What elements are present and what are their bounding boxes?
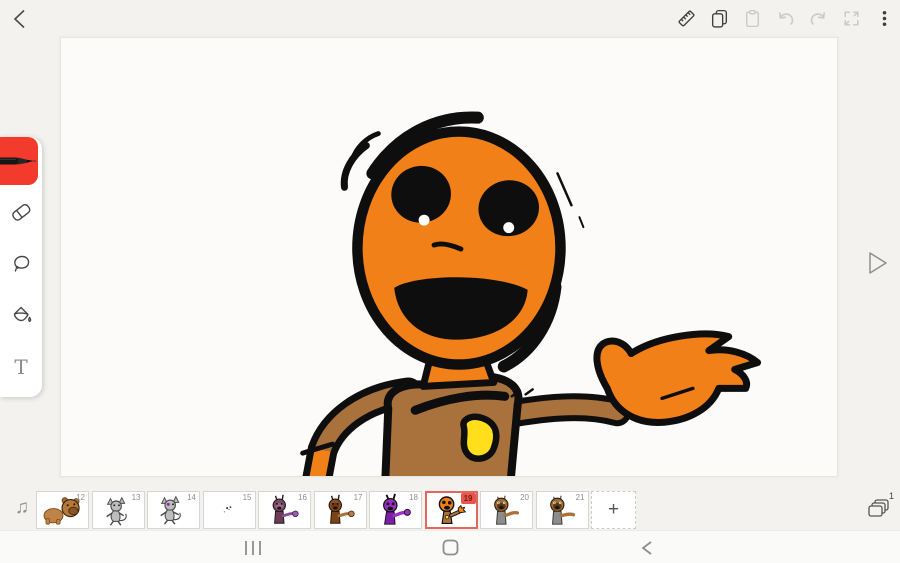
play-button[interactable] xyxy=(862,248,892,280)
svg-text:T: T xyxy=(14,355,28,379)
frame-thumbnail-15[interactable]: 15 xyxy=(202,491,256,529)
copy-pages-icon xyxy=(711,9,727,28)
ruler-button[interactable] xyxy=(675,7,697,29)
home-icon xyxy=(442,539,458,556)
frame-number: 16 xyxy=(298,493,307,502)
selected-frame-badge: 19 xyxy=(460,493,476,504)
frame-thumbnail-16[interactable]: 16 xyxy=(258,491,311,529)
redo-icon xyxy=(810,11,825,25)
play-icon xyxy=(869,252,887,274)
undo-button xyxy=(774,7,796,29)
back-chevron-icon xyxy=(13,9,25,29)
more-dots-icon xyxy=(882,10,886,26)
lasso-icon xyxy=(14,255,30,272)
tool-fill-bucket[interactable] xyxy=(0,289,42,341)
pen-icon xyxy=(0,157,37,165)
fullscreen-icon xyxy=(843,10,859,26)
audio-tracks-button[interactable]: ♫ xyxy=(10,495,34,521)
back-button[interactable] xyxy=(8,6,34,32)
frame-number: 21 xyxy=(575,493,585,502)
tool-pen-selected[interactable] xyxy=(0,137,38,185)
paste-button xyxy=(741,7,763,29)
copy-button[interactable] xyxy=(708,7,730,29)
frame-thumbnail-14[interactable]: 14 xyxy=(147,491,200,529)
system-navbar xyxy=(0,530,900,563)
redo-button xyxy=(807,7,829,29)
frame-number: 12 xyxy=(76,493,85,502)
frame-number: 20 xyxy=(520,493,529,502)
tool-lasso[interactable] xyxy=(0,237,42,289)
eraser-icon xyxy=(12,204,31,221)
nav-back-icon xyxy=(641,540,652,555)
tool-eraser[interactable] xyxy=(0,185,42,237)
topbar-actions xyxy=(675,7,895,29)
music-note-icon: ♫ xyxy=(14,497,30,518)
frame-thumbnail-20[interactable]: 20 xyxy=(480,491,533,529)
paint-bucket-icon xyxy=(13,306,32,322)
topbar xyxy=(0,0,900,37)
frame-number: 15 xyxy=(242,493,252,502)
frame-thumbnail-12[interactable]: 12 xyxy=(36,491,89,529)
frame-thumbnail-19-selected[interactable]: 19 xyxy=(424,491,478,529)
tool-text[interactable]: T xyxy=(0,341,42,393)
frames-strip: 12 13 14 15 16 17 18 19 20 21 + xyxy=(36,491,636,529)
nav-back-button[interactable] xyxy=(632,531,662,563)
drawing-canvas[interactable] xyxy=(60,37,838,477)
text-tool-icon: T xyxy=(14,355,28,379)
frame-thumbnail-13[interactable]: 13 xyxy=(91,491,145,529)
more-options-button[interactable] xyxy=(873,7,895,29)
add-frame-button[interactable]: + xyxy=(591,491,636,529)
frames-timeline: ♫ 12 13 14 15 16 17 18 19 20 21 + 1 xyxy=(0,489,900,530)
recents-button[interactable] xyxy=(238,531,268,563)
recents-icon xyxy=(245,540,261,555)
paste-clipboard-icon xyxy=(745,9,759,27)
character-drawing xyxy=(300,111,762,476)
frame-number: 18 xyxy=(409,493,418,502)
undo-icon xyxy=(778,11,793,25)
animation-editor-app: T ♫ 12 13 14 15 16 17 18 19 20 21 + 1 xyxy=(0,0,900,563)
tool-panel: T xyxy=(0,137,42,397)
layers-count: 1 xyxy=(888,491,894,501)
frame-thumbnail-18[interactable]: 18 xyxy=(369,491,422,529)
frame-number: 17 xyxy=(353,493,363,502)
home-button[interactable] xyxy=(435,531,465,563)
frame-thumbnail-17[interactable]: 17 xyxy=(313,491,367,529)
plus-icon: + xyxy=(607,499,620,520)
ruler-icon xyxy=(678,10,694,26)
fullscreen-button xyxy=(840,7,862,29)
frame-thumbnail-21[interactable]: 21 xyxy=(535,491,589,529)
layers-button[interactable]: 1 xyxy=(862,491,896,524)
frame-number: 13 xyxy=(131,493,141,502)
frame-number: 14 xyxy=(187,493,196,502)
